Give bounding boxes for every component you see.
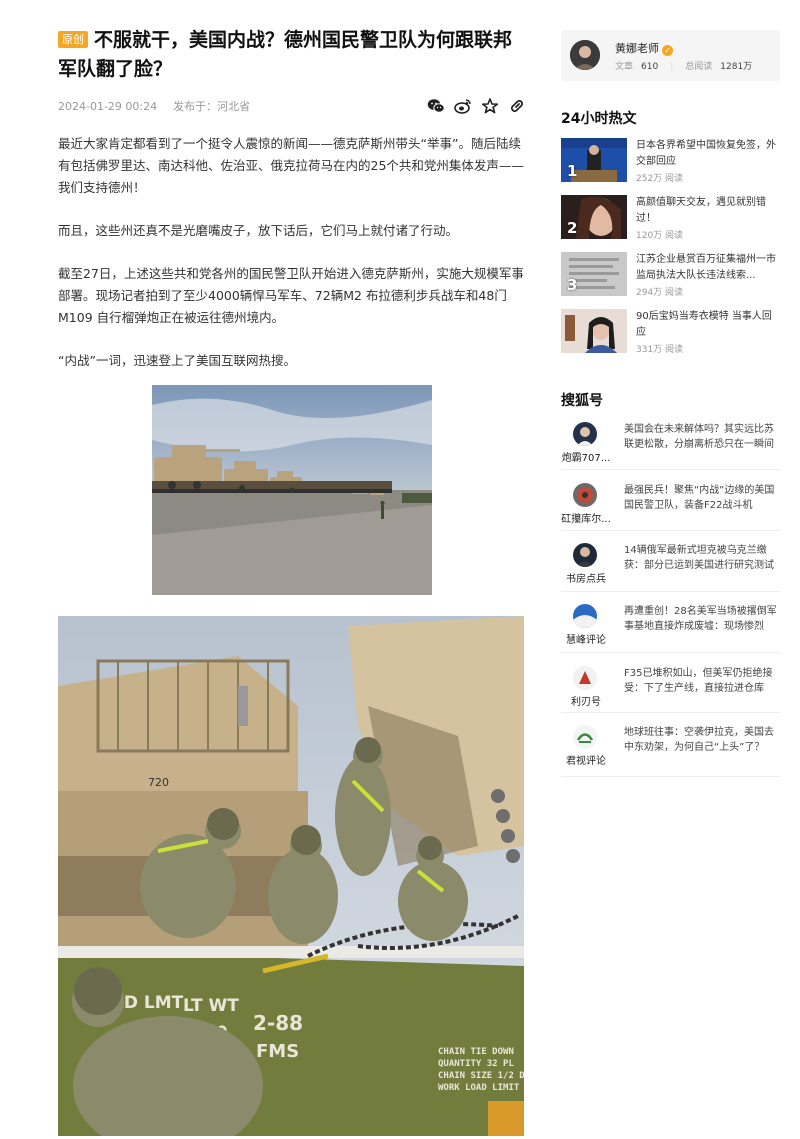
hot-title[interactable]: 90后宝妈当寿衣模特 当事人回应: [636, 309, 780, 341]
weibo-icon[interactable]: [454, 97, 472, 115]
sohu-logo[interactable]: [573, 483, 597, 507]
hot-thumbnail[interactable]: [561, 309, 627, 353]
sohu-name[interactable]: 矼攥库尔...: [561, 510, 611, 525]
sohu-headline[interactable]: 再遭重创！28名美军当场被撂倒军事基地直接炸成废墟：现场惨烈: [624, 604, 778, 634]
articles-label: 文章: [615, 62, 634, 72]
sohu-item[interactable]: 书房点兵 14辆俄军最新式坦克被乌克兰缴获：部分已运到美国进行研究测试: [561, 543, 780, 592]
sohu-logo[interactable]: [573, 543, 597, 567]
sohu-headline[interactable]: 地球班往事：空袭伊拉克，美国去中东劝架，为何自己“上头”了？: [624, 725, 778, 755]
hot-thumbnail[interactable]: 1: [561, 138, 627, 182]
hot-reads: 294万 阅读: [636, 288, 684, 298]
stats-divider: |: [670, 62, 674, 72]
hot-thumbnail[interactable]: 2: [561, 195, 627, 239]
article-meta: 2024-01-29 00:24 发布于：河北省: [58, 94, 526, 118]
sohu-headline[interactable]: 美国会在未来解体吗？其实远比苏联更松散，分崩离析恐只在一瞬间: [624, 422, 778, 452]
hot-item[interactable]: 1 日本各界希望中国恢复免签，外交部回应 252万 阅读: [561, 138, 780, 184]
wechat-icon[interactable]: [427, 97, 445, 115]
article-title-text: 不服就干，美国内战？德州国民警卫队为何跟联邦军队翻了脸？: [58, 29, 513, 80]
sohu-name[interactable]: 君视评论: [561, 752, 611, 767]
hot-reads: 120万 阅读: [636, 231, 684, 241]
hot-title[interactable]: 高颜值聊天交友，遇见就别错过！: [636, 195, 780, 227]
sohu-item[interactable]: 炮霸707... 美国会在未来解体吗？其实远比苏联更松散，分崩离析恐只在一瞬间: [561, 422, 780, 470]
hot-section-title: 24小时热文: [561, 111, 637, 127]
sohu-logo[interactable]: [573, 666, 597, 690]
reads-label: 总阅读: [685, 62, 713, 72]
original-badge: 原创: [58, 31, 88, 48]
sohu-section-title: 搜狐号: [561, 393, 603, 409]
articles-count: 610: [641, 62, 659, 72]
sohu-logo[interactable]: [573, 422, 597, 446]
hot-rank: 1: [567, 162, 578, 180]
sohu-name[interactable]: 炮霸707...: [561, 449, 611, 464]
railcar-text-5: 2-88: [253, 1011, 303, 1035]
sohu-name[interactable]: 利刃号: [561, 693, 611, 708]
hot-reads: 252万 阅读: [636, 174, 684, 184]
railcar-text-2: LT WT: [183, 996, 239, 1016]
sohu-headline[interactable]: 14辆俄军最新式坦克被乌克兰缴获：部分已运到美国进行研究测试: [624, 543, 778, 573]
article-paragraph: 而且，这些州还真不是光磨嘴皮子，放下话后，它们马上就付诸了行动。: [58, 223, 459, 238]
verified-icon: ✓: [662, 45, 673, 56]
sohu-item[interactable]: 慧峰评论 再遭重创！28名美军当场被撂倒军事基地直接炸成废墟：现场惨烈: [561, 604, 780, 653]
sohu-headline[interactable]: F35已堆积如山，但美军仍拒绝接受：下了生产线，直接拉进仓库: [624, 666, 778, 696]
hot-rank: 3: [567, 276, 578, 294]
article-paragraph: “内战”一词，迅速登上了美国互联网热搜。: [58, 353, 296, 368]
hot-item[interactable]: 3 江苏企业悬赏百万征集福州一市监局执法大队长违法线索... 294万 阅读: [561, 252, 780, 298]
publish-location: 发布于：河北省: [173, 100, 251, 113]
star-icon[interactable]: [481, 97, 499, 115]
sohu-name[interactable]: 书房点兵: [561, 570, 611, 585]
author-card[interactable]: 黄娜老师 ✓ 文章 610 | 总阅读 1281万: [561, 30, 780, 81]
article-title: 原创 不服就干，美国内战？德州国民警卫队为何跟联邦军队翻了脸？: [58, 26, 526, 84]
hot-rank: 2: [567, 219, 578, 237]
sohu-logo[interactable]: [573, 725, 597, 749]
soldiers-railcar-photo: 720 LD LMT LT WT 30000 9370 2-88 FMS CHA…: [58, 616, 524, 1136]
hot-thumbnail[interactable]: 3: [561, 252, 627, 296]
article-paragraph: 最近大家肯定都看到了一个挺令人震惊的新闻——德克萨斯州带头“举事”。随后陆续有包…: [58, 136, 524, 195]
reads-count: 1281万: [720, 62, 753, 72]
sohu-item[interactable]: 矼攥库尔... 最强民兵！聚焦“内战”边缘的美国国民警卫队，装备F22战斗机: [561, 483, 780, 531]
chain-tag-line-1: CHAIN TIE DOWN: [438, 1047, 514, 1057]
chain-tag-line-3: CHAIN SIZE 1/2 D: [438, 1071, 524, 1081]
sidebar: 黄娜老师 ✓ 文章 610 | 总阅读 1281万 24小时热文 1 日本各界希望中国恢复…: [561, 30, 780, 777]
publish-date: 2024-01-29 00:24: [58, 99, 158, 113]
sohu-item[interactable]: 利刃号 F35已堆积如山，但美军仍拒绝接受：下了生产线，直接拉进仓库: [561, 666, 780, 713]
sohu-logo[interactable]: [573, 604, 597, 628]
link-icon[interactable]: [508, 97, 526, 115]
hot-reads: 331万 阅读: [636, 345, 684, 355]
railcar-text-6: FMS: [256, 1041, 299, 1062]
sohu-headline[interactable]: 最强民兵！聚焦“内战”边缘的美国国民警卫队，装备F22战斗机: [624, 483, 778, 513]
article-main: 原创 不服就干，美国内战？德州国民警卫队为何跟联邦军队翻了脸？ 2024-01-2…: [58, 26, 526, 393]
sohu-name[interactable]: 慧峰评论: [561, 631, 611, 646]
hot-item[interactable]: 90后宝妈当寿衣模特 当事人回应 331万 阅读: [561, 309, 780, 355]
hot-item[interactable]: 2 高颜值聊天交友，遇见就别错过！ 120万 阅读: [561, 195, 780, 241]
avatar[interactable]: [570, 40, 600, 70]
hot-title[interactable]: 江苏企业悬赏百万征集福州一市监局执法大队长违法线索...: [636, 252, 780, 284]
hot-title[interactable]: 日本各界希望中国恢复免签，外交部回应: [636, 138, 780, 170]
vehicle-number-text: 720: [148, 776, 169, 789]
tanks-railcar-photo: [152, 385, 432, 595]
chain-tag-line-4: WORK LOAD LIMIT: [438, 1083, 520, 1093]
author-name-text[interactable]: 黄娜老师: [615, 42, 659, 55]
share-bar: [427, 97, 526, 115]
author-stats: 文章 610 | 总阅读 1281万: [615, 59, 764, 72]
chain-tag-line-2: QUANTITY 32 PL: [438, 1059, 514, 1069]
author-name[interactable]: 黄娜老师 ✓: [615, 40, 673, 56]
article-paragraph: 截至27日，上述这些共和党各州的国民警卫队开始进入德克萨斯州，实施大规模军事部署…: [58, 266, 524, 325]
sohu-item[interactable]: 君视评论 地球班往事：空袭伊拉克，美国去中东劝架，为何自己“上头”了？: [561, 725, 780, 777]
